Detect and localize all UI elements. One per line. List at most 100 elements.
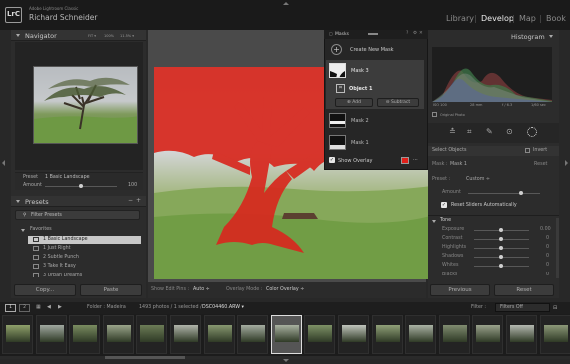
collapse-right-panel-icon[interactable] xyxy=(565,160,568,166)
mask3-thumbnail[interactable] xyxy=(329,63,346,78)
shadows-value[interactable]: 0 xyxy=(546,254,549,259)
filmstrip-thumbnail[interactable] xyxy=(35,315,67,354)
filmstrip-thumbnail[interactable] xyxy=(371,315,403,354)
mask2-thumbnail[interactable] xyxy=(329,113,346,128)
disclosure-triangle-icon[interactable] xyxy=(16,200,20,203)
filmstrip-thumbnail[interactable] xyxy=(304,315,336,354)
preset-dropdown[interactable]: Custom ÷ xyxy=(466,177,490,182)
filmstrip-thumbnail[interactable] xyxy=(539,315,570,354)
red-eye-icon[interactable]: ⊙ xyxy=(506,127,513,136)
overlay-color-swatch[interactable] xyxy=(401,157,409,164)
filmstrip-thumbnail[interactable] xyxy=(338,315,369,354)
original-photo-checkbox[interactable] xyxy=(432,112,437,117)
collapse-left-panel-icon[interactable] xyxy=(2,160,5,166)
disclosure-triangle-icon[interactable] xyxy=(432,220,436,223)
filmstrip-thumbnail[interactable] xyxy=(136,315,168,354)
more-options-icon[interactable]: ··· xyxy=(413,157,418,163)
previous-button[interactable]: Previous xyxy=(430,284,490,296)
collapse-bottom-panel-icon[interactable] xyxy=(283,359,289,362)
contrast-value[interactable]: 0 xyxy=(546,236,549,241)
exposure-knob[interactable] xyxy=(499,228,503,232)
grid-view-icon[interactable]: ▦ xyxy=(36,304,41,310)
exposure-value[interactable]: 0.00 xyxy=(540,227,551,232)
preset-item[interactable]: 1 Basic Landscape xyxy=(43,237,88,242)
highlights-knob[interactable] xyxy=(499,246,503,250)
whites-value[interactable]: 0 xyxy=(546,263,549,268)
reset-sliders-checkbox[interactable]: ✓ xyxy=(441,202,447,208)
show-overlay-checkbox[interactable]: ✓ xyxy=(329,157,335,163)
folder-source[interactable]: Folder : Madeira xyxy=(87,305,126,310)
copy-button[interactable]: Copy... xyxy=(14,284,76,296)
filmstrip-thumbnail[interactable] xyxy=(270,315,302,354)
filename-dropdown[interactable]: DSC04460.ARW ▾ xyxy=(202,305,244,310)
create-new-mask-button[interactable]: Create New Mask xyxy=(350,47,394,53)
filmstrip-thumbnail[interactable] xyxy=(472,315,504,354)
preset-group-favorites[interactable]: Favorites xyxy=(30,227,52,232)
filmstrip-thumbnail[interactable] xyxy=(405,315,437,354)
disclosure-triangle-icon[interactable] xyxy=(21,229,25,232)
add-mask-icon[interactable]: + xyxy=(331,44,342,55)
crop-icon[interactable]: ⌗ xyxy=(467,127,472,137)
settings-icon[interactable]: ⚙ xyxy=(413,31,417,36)
histogram-chart[interactable] xyxy=(432,47,552,102)
overlay-mode-dropdown[interactable]: Color Overlay ÷ xyxy=(266,287,304,292)
amount-slider-knob[interactable] xyxy=(79,184,83,188)
filmstrip-thumbnail[interactable] xyxy=(203,315,235,354)
zoom-fit[interactable]: FIT ▾ xyxy=(88,34,96,38)
amount-slider-knob[interactable] xyxy=(519,191,523,195)
mask1-thumbnail[interactable] xyxy=(329,135,346,150)
mask3-label[interactable]: Mask 3 xyxy=(351,68,369,74)
module-book[interactable]: Book xyxy=(546,14,566,23)
whites-knob[interactable] xyxy=(499,264,503,268)
paste-button[interactable]: Paste xyxy=(80,284,142,296)
screen-1-button[interactable]: 1 xyxy=(5,304,16,312)
module-library[interactable]: Library xyxy=(446,14,474,23)
preset-item[interactable]: 2 Subtle Punch xyxy=(43,255,79,260)
blacks-value[interactable]: 0 xyxy=(546,272,549,277)
forward-arrow-icon[interactable]: ▶ xyxy=(58,304,62,310)
preset-value[interactable]: 1 Basic Landscape xyxy=(45,175,90,180)
help-icon[interactable]: ? xyxy=(406,31,408,36)
close-icon[interactable]: ✕ xyxy=(419,31,423,36)
mask1-label[interactable]: Mask 1 xyxy=(351,140,369,146)
subtract-button[interactable]: ⊖ Subtract xyxy=(377,98,419,107)
filter-lock-icon[interactable]: ⊟ xyxy=(553,305,557,311)
amount-slider-track[interactable] xyxy=(468,193,540,194)
plus-icon[interactable]: + xyxy=(136,197,141,204)
disclosure-triangle-icon[interactable] xyxy=(16,34,20,37)
mask2-label[interactable]: Mask 2 xyxy=(351,118,369,124)
filmstrip-thumbnail[interactable] xyxy=(170,315,201,354)
filmstrip-thumbnail[interactable] xyxy=(102,315,134,354)
highlights-value[interactable]: 0 xyxy=(546,245,549,250)
add-button[interactable]: ⊕ Add xyxy=(335,98,373,107)
amount-value[interactable]: 100 xyxy=(128,183,137,188)
healing-icon[interactable]: ✎ xyxy=(486,127,493,136)
edit-sliders-icon[interactable]: ≛ xyxy=(449,127,456,136)
preset-item[interactable]: 1 Just Right xyxy=(43,246,71,251)
back-arrow-icon[interactable]: ◀ xyxy=(47,304,51,310)
reset-button[interactable]: Reset xyxy=(494,284,554,296)
filmstrip-thumbnail[interactable] xyxy=(438,315,470,354)
zoom-100[interactable]: 100% xyxy=(104,34,114,38)
disclosure-triangle-icon[interactable] xyxy=(549,35,553,38)
filmstrip-thumbnail[interactable] xyxy=(2,315,33,354)
screen-2-button[interactable]: 2 xyxy=(19,304,30,312)
show-edit-pins-dropdown[interactable]: Auto ÷ xyxy=(193,287,210,292)
collapse-top-panel-icon[interactable] xyxy=(283,2,289,5)
contrast-knob[interactable] xyxy=(499,237,503,241)
invert-checkbox[interactable] xyxy=(525,148,530,153)
module-map[interactable]: Map xyxy=(519,14,536,23)
preset-item[interactable]: 3 Take It Easy xyxy=(43,264,76,269)
right-panel-scrollbar[interactable] xyxy=(556,218,559,278)
navigator-preview[interactable] xyxy=(33,66,138,144)
minus-icon[interactable]: − xyxy=(128,197,133,204)
drag-handle[interactable] xyxy=(368,33,378,35)
zoom-custom[interactable]: 11.5% ▾ xyxy=(120,34,134,38)
module-develop[interactable]: Develop xyxy=(481,14,514,23)
reset-link[interactable]: Reset xyxy=(534,162,547,167)
filmstrip-scroll-thumb[interactable] xyxy=(105,356,185,359)
masking-icon[interactable] xyxy=(527,127,537,137)
filmstrip-thumbnail[interactable] xyxy=(237,315,269,354)
filmstrip-thumbnail[interactable] xyxy=(506,315,537,354)
object1-label[interactable]: Object 1 xyxy=(349,86,373,92)
